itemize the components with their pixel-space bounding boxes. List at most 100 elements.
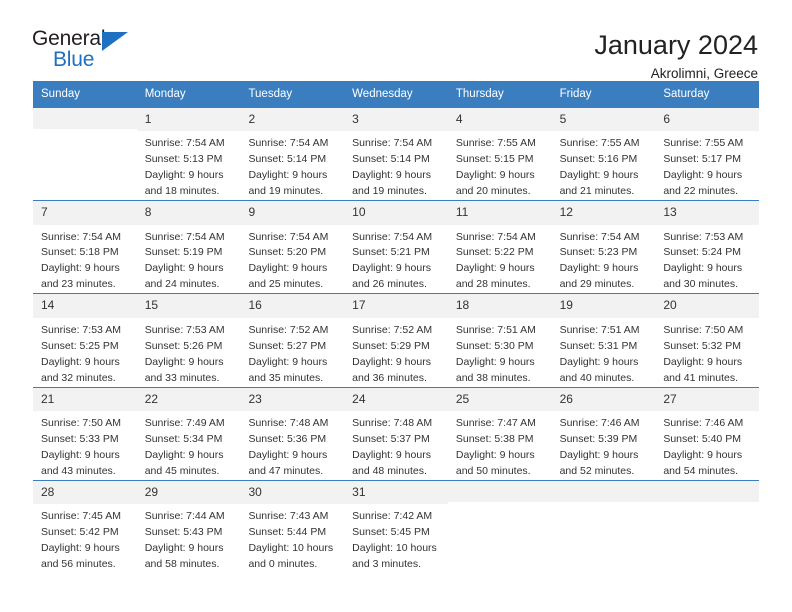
day-details: Sunrise: 7:54 AM Sunset: 5:23 PM Dayligh… [552, 225, 656, 294]
daylight-text-line2: and 18 minutes. [144, 185, 220, 198]
day-details: Sunrise: 7:53 AM Sunset: 5:24 PM Dayligh… [655, 225, 759, 294]
day-number [447, 480, 552, 502]
daylight-text-line1: Daylight: 9 hours [352, 355, 431, 368]
day-cell[interactable]: 18 Sunrise: 7:51 AM Sunset: 5:30 PM Dayl… [447, 294, 552, 386]
daylight-text-line2: and 23 minutes. [41, 278, 116, 291]
daylight-text-line1: Daylight: 9 hours [352, 169, 431, 182]
day-cell[interactable]: 6 Sunrise: 7:55 AM Sunset: 5:17 PM Dayli… [655, 107, 760, 200]
day-cell[interactable]: 26 Sunrise: 7:46 AM Sunset: 5:39 PM Dayl… [551, 387, 656, 480]
day-number: 28 [33, 480, 137, 505]
daylight-text-line2: and 0 minutes. [248, 558, 318, 570]
day-cell[interactable]: 31 Sunrise: 7:42 AM Sunset: 5:45 PM Dayl… [344, 480, 448, 573]
day-number: 29 [136, 480, 241, 505]
day-cell[interactable] [551, 480, 656, 573]
sunset-text: Sunset: 5:16 PM [559, 153, 638, 166]
day-details: Sunrise: 7:55 AM Sunset: 5:17 PM Dayligh… [655, 131, 759, 200]
sunrise-text: Sunrise: 7:51 AM [455, 323, 536, 336]
daylight-text-line1: Daylight: 9 hours [663, 355, 743, 368]
daylight-text-line2: and 25 minutes. [248, 278, 324, 291]
day-cell[interactable]: 15 Sunrise: 7:53 AM Sunset: 5:26 PM Dayl… [136, 294, 241, 386]
sunset-text: Sunset: 5:44 PM [248, 526, 327, 539]
day-cell[interactable]: 8 Sunrise: 7:54 AM Sunset: 5:19 PM Dayli… [136, 201, 241, 293]
day-cell[interactable]: 11 Sunrise: 7:54 AM Sunset: 5:22 PM Dayl… [447, 201, 552, 293]
day-cell[interactable]: 21 Sunrise: 7:50 AM Sunset: 5:33 PM Dayl… [33, 387, 137, 480]
day-number [551, 480, 656, 502]
day-cell[interactable]: 10 Sunrise: 7:54 AM Sunset: 5:21 PM Dayl… [344, 201, 448, 293]
day-cell[interactable]: 4 Sunrise: 7:55 AM Sunset: 5:15 PM Dayli… [447, 107, 552, 200]
day-cell[interactable]: 22 Sunrise: 7:49 AM Sunset: 5:34 PM Dayl… [136, 387, 241, 480]
day-number: 23 [240, 387, 345, 411]
sunrise-text: Sunrise: 7:55 AM [455, 137, 536, 150]
day-cell[interactable] [33, 107, 137, 200]
weekday-header-friday: Friday [559, 88, 592, 100]
day-number: 30 [240, 480, 345, 505]
day-details: Sunrise: 7:46 AM Sunset: 5:39 PM Dayligh… [552, 411, 656, 480]
sunrise-text: Sunrise: 7:48 AM [352, 416, 433, 429]
day-cell[interactable]: 3 Sunrise: 7:54 AM Sunset: 5:14 PM Dayli… [344, 107, 448, 200]
day-details: Sunrise: 7:51 AM Sunset: 5:31 PM Dayligh… [552, 318, 656, 387]
day-details: Sunrise: 7:44 AM Sunset: 5:43 PM Dayligh… [137, 504, 241, 573]
day-cell[interactable]: 13 Sunrise: 7:53 AM Sunset: 5:24 PM Dayl… [655, 201, 760, 294]
sunrise-text: Sunrise: 7:45 AM [41, 510, 121, 523]
day-cell[interactable]: 28 Sunrise: 7:45 AM Sunset: 5:42 PM Dayl… [33, 480, 137, 573]
day-details: Sunrise: 7:54 AM Sunset: 5:20 PM Dayligh… [240, 225, 344, 294]
weekday-header-thursday: Thursday [455, 88, 504, 100]
day-details: Sunrise: 7:54 AM Sunset: 5:13 PM Dayligh… [137, 131, 241, 200]
day-cell[interactable]: 12 Sunrise: 7:54 AM Sunset: 5:23 PM Dayl… [551, 201, 656, 294]
daylight-text-line2: and 26 minutes. [352, 278, 427, 291]
daylight-text-line1: Daylight: 9 hours [144, 169, 224, 182]
sunset-text: Sunset: 5:24 PM [663, 246, 741, 259]
day-cell[interactable]: 27 Sunrise: 7:46 AM Sunset: 5:40 PM Dayl… [655, 387, 760, 480]
sunset-text: Sunset: 5:43 PM [144, 526, 223, 539]
sunset-text: Sunset: 5:34 PM [144, 432, 223, 445]
daylight-text-line2: and 30 minutes. [663, 278, 739, 291]
daylight-text-line2: and 19 minutes. [352, 185, 427, 198]
sunrise-text: Sunrise: 7:52 AM [352, 323, 433, 336]
day-cell[interactable] [447, 480, 552, 573]
day-cell[interactable]: 16 Sunrise: 7:52 AM Sunset: 5:27 PM Dayl… [240, 294, 345, 386]
day-cell[interactable]: 7 Sunrise: 7:54 AM Sunset: 5:18 PM Dayli… [33, 201, 137, 293]
sunset-text: Sunset: 5:27 PM [248, 339, 327, 352]
daylight-text-line2: and 40 minutes. [559, 371, 635, 384]
general-blue-logo[interactable]: General Blue [32, 28, 152, 76]
daylight-text-line2: and 24 minutes. [144, 278, 220, 291]
sunset-text: Sunset: 5:29 PM [352, 339, 430, 352]
day-cell[interactable]: 9 Sunrise: 7:54 AM Sunset: 5:20 PM Dayli… [240, 201, 345, 294]
daylight-text-line1: Daylight: 9 hours [144, 542, 224, 555]
day-cell[interactable]: 30 Sunrise: 7:43 AM Sunset: 5:44 PM Dayl… [240, 480, 345, 573]
day-details: Sunrise: 7:50 AM Sunset: 5:33 PM Dayligh… [33, 411, 137, 480]
daylight-text-line1: Daylight: 9 hours [455, 448, 535, 461]
day-cell[interactable]: 20 Sunrise: 7:50 AM Sunset: 5:32 PM Dayl… [655, 294, 760, 386]
sunrise-text: Sunrise: 7:52 AM [248, 323, 329, 336]
day-cell[interactable]: 19 Sunrise: 7:51 AM Sunset: 5:31 PM Dayl… [551, 294, 656, 387]
calendar-page: General Blue January 2024 Akrolimni, Gre… [0, 0, 792, 612]
logo-text-general: General [32, 27, 106, 50]
sunrise-text: Sunrise: 7:54 AM [352, 137, 433, 150]
day-cell[interactable]: 14 Sunrise: 7:53 AM Sunset: 5:25 PM Dayl… [33, 294, 137, 386]
day-cell[interactable]: 25 Sunrise: 7:47 AM Sunset: 5:38 PM Dayl… [447, 387, 552, 480]
day-cell[interactable]: 24 Sunrise: 7:48 AM Sunset: 5:37 PM Dayl… [344, 387, 448, 480]
sunrise-text: Sunrise: 7:42 AM [352, 510, 433, 523]
sunset-text: Sunset: 5:31 PM [559, 339, 638, 352]
daylight-text-line2: and 22 minutes. [663, 185, 739, 198]
day-cell[interactable]: 29 Sunrise: 7:44 AM Sunset: 5:43 PM Dayl… [136, 480, 241, 573]
day-cell[interactable]: 5 Sunrise: 7:55 AM Sunset: 5:16 PM Dayli… [551, 107, 656, 200]
day-details: Sunrise: 7:46 AM Sunset: 5:40 PM Dayligh… [655, 411, 759, 480]
day-cell[interactable]: 1 Sunrise: 7:54 AM Sunset: 5:13 PM Dayli… [136, 107, 241, 200]
day-cell[interactable]: 23 Sunrise: 7:48 AM Sunset: 5:36 PM Dayl… [240, 387, 345, 480]
sunrise-text: Sunrise: 7:47 AM [455, 416, 536, 429]
sunset-text: Sunset: 5:33 PM [41, 432, 119, 445]
day-number: 12 [551, 201, 656, 225]
daylight-text-line2: and 54 minutes. [663, 464, 739, 477]
day-cell[interactable]: 17 Sunrise: 7:52 AM Sunset: 5:29 PM Dayl… [344, 294, 448, 386]
day-cell[interactable]: 2 Sunrise: 7:54 AM Sunset: 5:14 PM Dayli… [240, 107, 345, 200]
daylight-text-line1: Daylight: 10 hours [352, 542, 437, 555]
sunset-text: Sunset: 5:36 PM [248, 432, 327, 445]
day-cell[interactable] [655, 480, 760, 573]
sunrise-text: Sunrise: 7:54 AM [248, 230, 329, 243]
daylight-text-line2: and 36 minutes. [352, 371, 427, 384]
sunset-text: Sunset: 5:17 PM [663, 153, 741, 166]
daylight-text-line1: Daylight: 9 hours [352, 448, 431, 461]
sunrise-text: Sunrise: 7:48 AM [248, 416, 329, 429]
weekday-header-tuesday: Tuesday [248, 88, 293, 100]
